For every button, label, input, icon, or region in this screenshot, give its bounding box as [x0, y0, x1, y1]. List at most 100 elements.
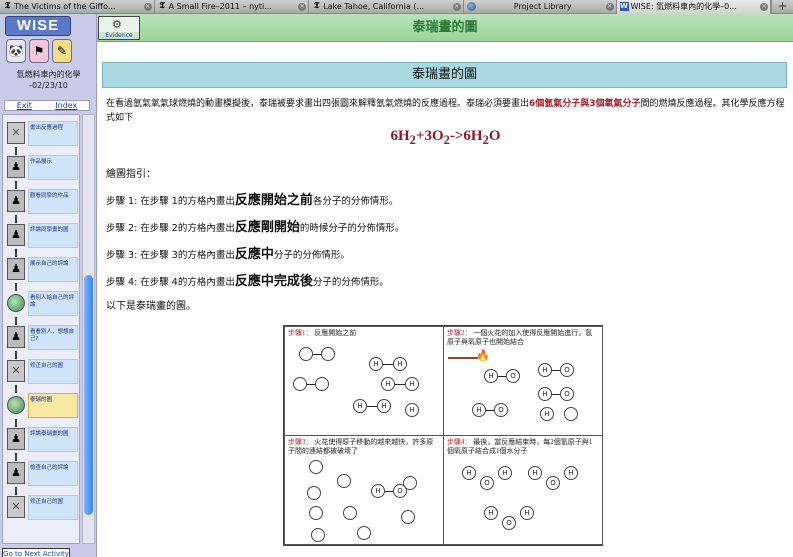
- page-title: 泰瑞畫的圖: [412, 20, 478, 35]
- pencil-icon[interactable]: ✎: [52, 39, 72, 63]
- step-item[interactable]: ✕ 修正自己的圖: [7, 487, 79, 520]
- hydrogen-atom: H: [377, 399, 391, 413]
- chemical-bond: [552, 394, 560, 395]
- project-title: 氫燃料車內的化學 -02/23/10: [0, 69, 97, 91]
- panel-step: 步驟4：: [447, 438, 472, 446]
- drawing-panel-3: 步驟3： 火花使得原子移動的越來越快，許多原子間的連結都被破壞了 HO: [284, 435, 444, 545]
- intro-highlight: 6個氫氣分子與3個氧氣分子: [529, 99, 641, 109]
- chemical-bond: [307, 384, 315, 385]
- tool-icons: 🐼 ⚑ ✎: [6, 39, 72, 63]
- flame-icon: 🔥: [476, 349, 490, 362]
- oxygen-atom: O: [393, 484, 407, 498]
- tab-close-icon[interactable]: ✕: [760, 3, 769, 11]
- atom: [337, 474, 351, 488]
- index-link[interactable]: Index: [55, 101, 77, 110]
- oxygen-atom: O: [494, 403, 508, 417]
- eq-part: ->6H: [449, 128, 483, 144]
- step-connector: [15, 147, 17, 155]
- person-icon: ♟: [7, 326, 25, 348]
- evidence-button[interactable]: ⚙ Evidence: [98, 16, 140, 40]
- step-list-scrollbar[interactable]: [82, 114, 95, 544]
- person-icon: ♟: [7, 258, 25, 280]
- person-icon: ♟: [7, 190, 25, 212]
- intro-paragraph: 在看過氫氣氧氣球燃燒的動畫模擬後，泰瑞被要求畫出四張圖來解釋氫氣燃燒的反應過程。…: [106, 97, 790, 125]
- oxygen-atom: O: [506, 369, 520, 383]
- nyt-icon: 𝕿: [313, 1, 320, 11]
- tab-title: Lake Tahoe, California (...: [323, 2, 425, 11]
- tab-close-icon[interactable]: ✕: [143, 3, 152, 11]
- panel-caption: 步驟2： 一個火花的加入使得反應開始進行，氫原子與氧原子也開始結合: [447, 329, 599, 347]
- instr-bold: 反應中: [234, 247, 274, 262]
- evidence-label: Evidence: [99, 32, 139, 39]
- step-connector: [15, 419, 17, 427]
- hydrogen-atom: H: [369, 357, 383, 371]
- panel-step: 步驟1：: [288, 329, 313, 337]
- hydrogen-atom: H: [353, 399, 367, 413]
- match-stick: [448, 357, 478, 359]
- next-activity-button[interactable]: Go to Next Activity: [2, 548, 70, 557]
- panda-icon[interactable]: 🐼: [6, 39, 26, 63]
- step-item[interactable]: ♟ 作品展示: [7, 147, 79, 180]
- step-item[interactable]: 看別人給自己的評論: [7, 283, 79, 316]
- instr-bold: 反應剛開始: [234, 220, 300, 235]
- hydrogen-atom: H: [462, 466, 476, 480]
- drawing-panel-1: 步驟1： 反應開始之前 HHHHHHH: [284, 326, 444, 436]
- chemical-bond: [395, 384, 405, 385]
- nyt-icon: 𝕿: [4, 1, 11, 11]
- hydrogen-atom: H: [520, 506, 534, 520]
- atom: [309, 506, 323, 520]
- step-label: 檢查自己的評論: [28, 461, 78, 486]
- panel-step: 步驟3：: [288, 438, 313, 446]
- tab-close-icon[interactable]: ✕: [605, 3, 614, 11]
- project-name: 氫燃料車內的化學: [16, 70, 81, 79]
- browser-tab-active[interactable]: W WISE: 氫燃料車內的化學–0... ✕: [616, 0, 772, 14]
- browser-tab[interactable]: Project Library ✕: [464, 0, 617, 14]
- oxygen-atom: O: [480, 476, 494, 490]
- atom: [293, 377, 307, 391]
- browser-tab[interactable]: 𝕿 The Victims of the Giffo... ✕: [0, 0, 155, 14]
- step-item[interactable]: 泰瑞的圖: [7, 385, 79, 418]
- step-connector: [15, 453, 17, 461]
- step-item[interactable]: ✕ 畫出反應過程: [7, 121, 79, 146]
- step-connector: [15, 249, 17, 257]
- flag-icon[interactable]: ⚑: [29, 39, 49, 63]
- exit-link[interactable]: Exit: [17, 101, 32, 110]
- tab-title: A Small Fire–2011 – nyti...: [168, 2, 272, 11]
- browser-tab[interactable]: 𝕿 A Small Fire–2011 – nyti... ✕: [155, 0, 310, 14]
- instr-prefix: 步驟 4: 在步驟 4的方格內畫出: [106, 277, 235, 288]
- tab-title: Project Library: [513, 2, 572, 11]
- step-item[interactable]: ♟ 看看別人，想想自己?: [7, 317, 79, 350]
- step-item[interactable]: ♟ 檢查自己的評論: [7, 453, 79, 486]
- chemical-bond: [367, 406, 377, 407]
- atom: [564, 407, 578, 421]
- cross-icon: ✕: [7, 496, 25, 518]
- nav-links: Exit Index: [4, 100, 90, 111]
- step-item[interactable]: ✕ 修正自己的圖: [7, 351, 79, 384]
- wise-icon: W: [619, 2, 629, 11]
- browser-tab[interactable]: 𝕿 Lake Tahoe, California (... ✕: [309, 0, 464, 14]
- hydrogen-atom: H: [528, 466, 542, 480]
- instr-suffix: 分子的分佈情形。: [312, 277, 389, 288]
- scrollbar-thumb[interactable]: [84, 275, 93, 515]
- tab-close-icon[interactable]: ✕: [298, 3, 307, 11]
- instr-prefix: 步驟 3: 在步驟 3的方格內畫出: [106, 250, 235, 261]
- new-tab-button[interactable]: +: [771, 0, 793, 14]
- step-item[interactable]: ♟ 評論泰瑞畫的圖: [7, 419, 79, 452]
- step-connector: [15, 317, 17, 325]
- oxygen-atom: O: [546, 476, 560, 490]
- sidebar: WISE 🐼 ⚑ ✎ 氫燃料車內的化學 -02/23/10 Exit Index…: [0, 14, 97, 557]
- hydrogen-atom: H: [498, 466, 512, 480]
- instr-prefix: 步驟 2: 在步驟 2的方格內畫出: [106, 223, 235, 234]
- instr-suffix: 的時候分子的分佈情形。: [299, 223, 405, 234]
- step-item[interactable]: ♟ 觀看同學的作品: [7, 181, 79, 214]
- step-item[interactable]: ♟ 評論同學畫的圖: [7, 215, 79, 248]
- step-item[interactable]: ♟ 展示自己的評論: [7, 249, 79, 282]
- step-label: 看看別人，想想自己?: [28, 325, 78, 350]
- oxygen-atom: O: [560, 363, 574, 377]
- main-content: 泰瑞畫的圖 在看過氫氣氧氣球燃燒的動畫模擬後，泰瑞被要求畫出四張圖來解釋氫氣燃燒…: [98, 43, 793, 557]
- tab-close-icon[interactable]: ✕: [452, 3, 461, 11]
- hydrogen-atom: H: [538, 363, 552, 377]
- cross-icon: ✕: [7, 360, 25, 382]
- hydrogen-atom: H: [371, 484, 385, 498]
- chemical-bond: [383, 364, 393, 365]
